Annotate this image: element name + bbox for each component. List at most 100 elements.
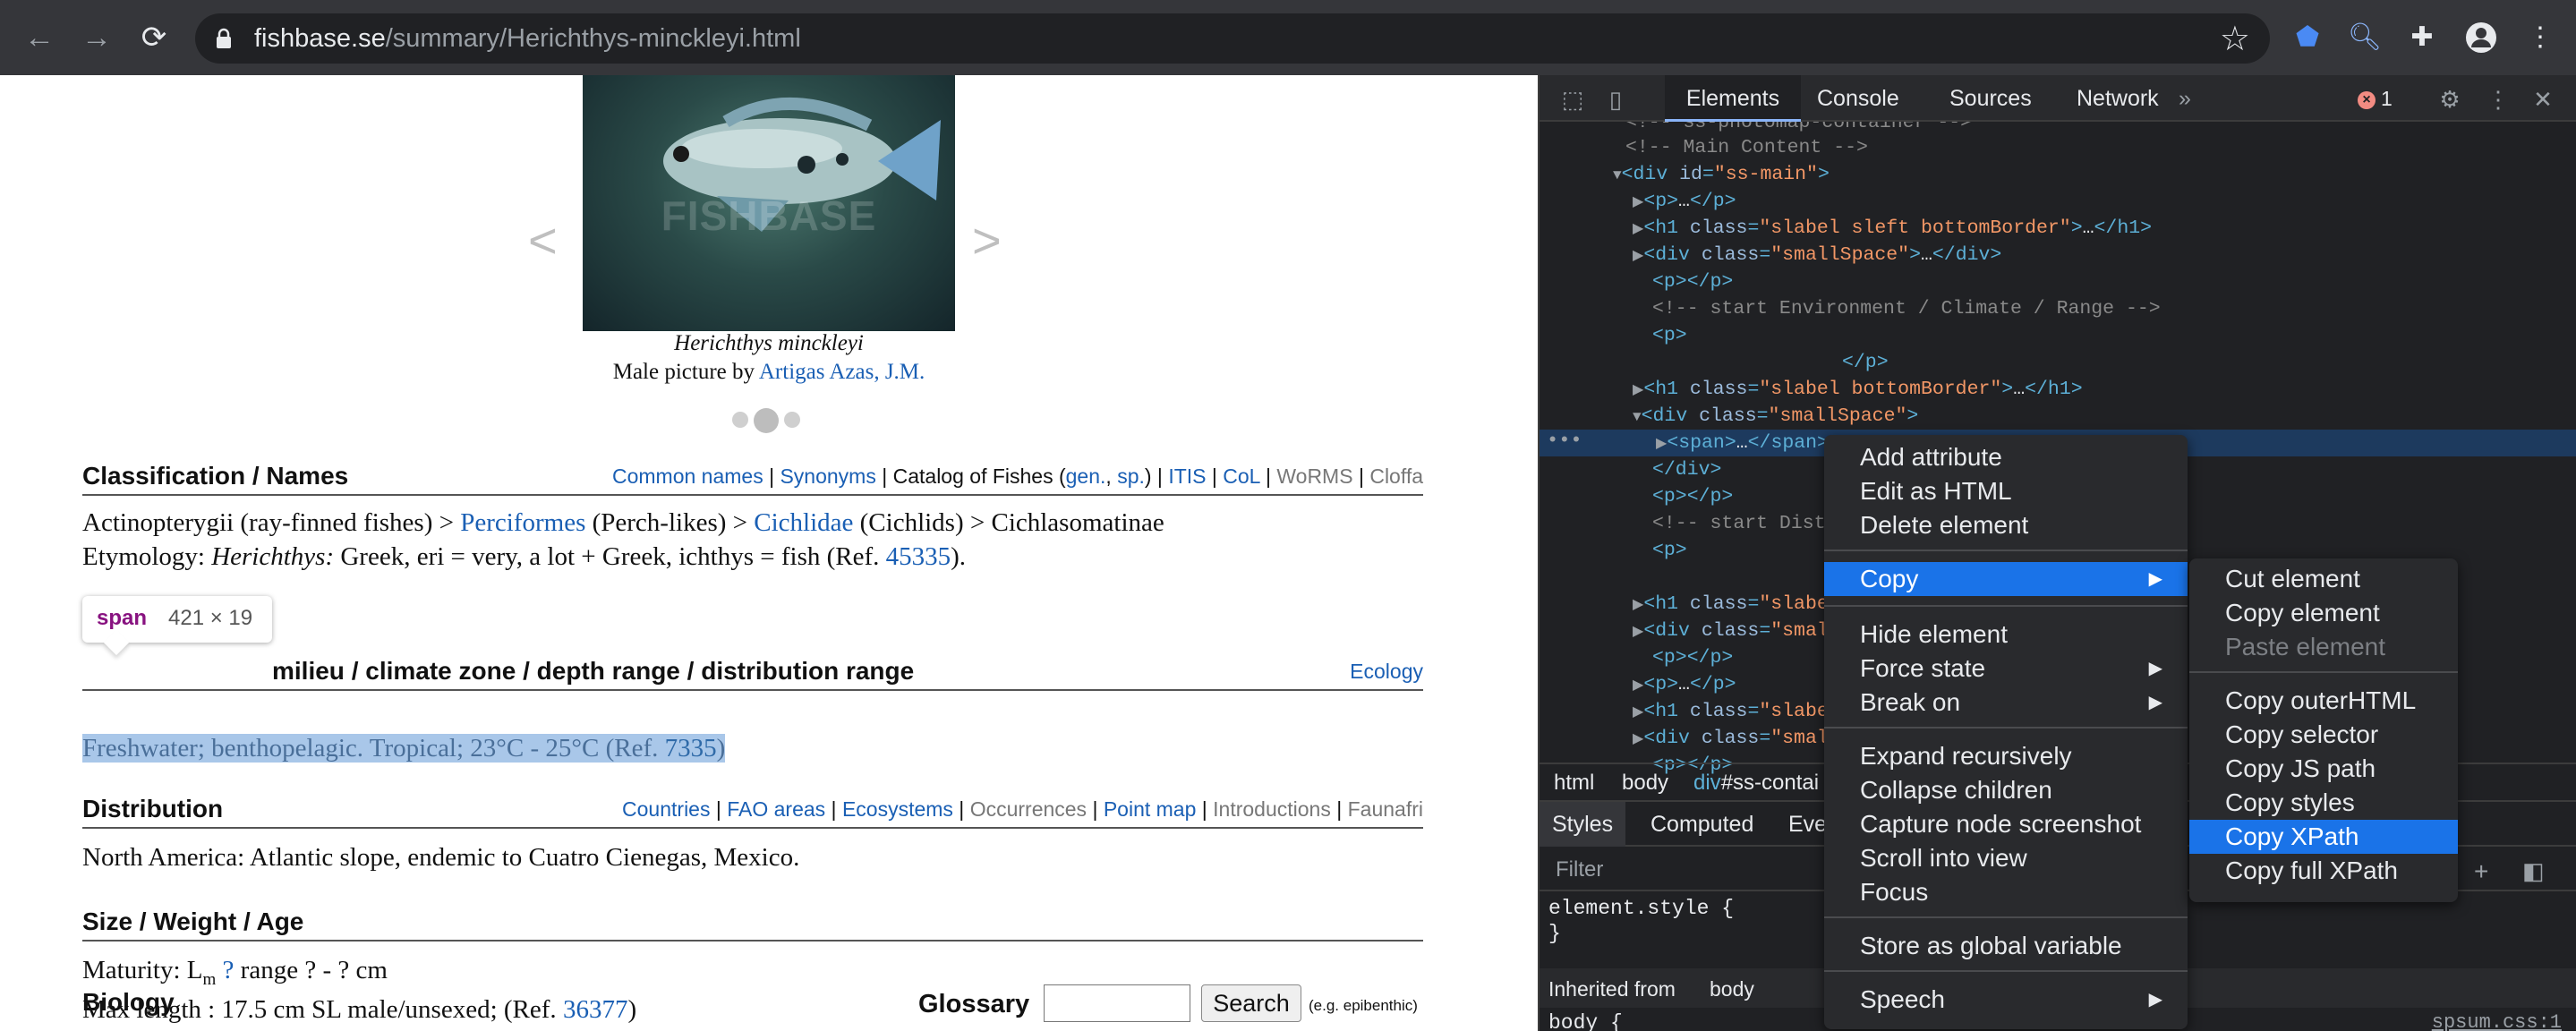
- cichlidae-link[interactable]: Cichlidae: [754, 508, 853, 537]
- menu-item-capture-node-screenshot[interactable]: Capture node screenshot: [1824, 807, 2188, 841]
- tab-styles[interactable]: Styles: [1540, 802, 1626, 847]
- menu-item-collapse-children[interactable]: Collapse children: [1824, 773, 2188, 807]
- menu-item-copy[interactable]: Copy ▶: [1824, 562, 2188, 596]
- submenu-item-copy-outerhtml[interactable]: Copy outerHTML: [2189, 684, 2458, 718]
- dom-node[interactable]: <p>: [1652, 537, 1687, 564]
- glossary-search-button[interactable]: Search: [1201, 984, 1301, 1022]
- element-style-rule[interactable]: element.style {: [1548, 897, 1734, 920]
- cloffa-link[interactable]: Cloffa: [1369, 464, 1423, 488]
- dom-node[interactable]: ▼<div class="smallSpace">: [1633, 403, 1918, 430]
- dom-node[interactable]: ▶<div class="smallSpace">…</div>: [1633, 242, 2001, 268]
- faunafri-link[interactable]: Faunafri: [1348, 797, 1423, 821]
- reload-icon[interactable]: ⟳: [138, 21, 170, 54]
- countries-link[interactable]: Countries: [622, 797, 710, 821]
- dom-node[interactable]: ▶<h1 class="slabel bottomBorder">…</h1>: [1633, 376, 2083, 403]
- introductions-link[interactable]: Introductions: [1213, 797, 1331, 821]
- dom-node-selected[interactable]: ▶<span>…</span>: [1656, 430, 1829, 456]
- ecosystems-link[interactable]: Ecosystems: [842, 797, 953, 821]
- highlighted-span[interactable]: Freshwater; benthopelagic. Tropical; 23°…: [82, 734, 726, 763]
- body-rule[interactable]: body {: [1548, 1011, 1623, 1031]
- close-icon[interactable]: ✕: [2529, 86, 2556, 113]
- menu-item-edit-as-html[interactable]: Edit as HTML: [1824, 474, 2188, 508]
- common-names-link[interactable]: Common names: [612, 464, 763, 488]
- tab-elements[interactable]: Elements: [1665, 75, 1801, 122]
- point-map-link[interactable]: Point map: [1104, 797, 1197, 821]
- dom-node[interactable]: <!-- start Environment / Climate / Range…: [1652, 295, 2161, 322]
- perciformes-link[interactable]: Perciformes: [460, 508, 585, 537]
- menu-item-hide-element[interactable]: Hide element: [1824, 618, 2188, 652]
- menu-item-break-on[interactable]: Break on ▶: [1824, 686, 2188, 720]
- device-toolbar-icon[interactable]: ▯: [1602, 86, 1629, 113]
- submenu-item-copy-selector[interactable]: Copy selector: [2189, 718, 2458, 752]
- dom-node[interactable]: ▶<h1 class="slabel sleft bottomBorder">……: [1633, 215, 2152, 242]
- dom-node[interactable]: ▶<p>…</p>: [1633, 671, 1736, 698]
- node-actions-icon[interactable]: •••: [1547, 430, 1582, 456]
- dom-node[interactable]: </div>: [1652, 456, 1721, 483]
- tab-sources[interactable]: Sources: [1949, 75, 2032, 122]
- menu-item-expand-recursively[interactable]: Expand recursively: [1824, 739, 2188, 773]
- dom-node[interactable]: </p>: [1842, 349, 1889, 376]
- submenu-item-cut-element[interactable]: Cut element: [2189, 562, 2458, 596]
- extension-shield-icon[interactable]: ⬟: [2290, 20, 2325, 55]
- carousel-dot[interactable]: [732, 412, 748, 428]
- gen-link[interactable]: gen.: [1066, 464, 1106, 488]
- dom-node[interactable]: <p></p>: [1652, 644, 1733, 671]
- gear-icon[interactable]: ⚙: [2436, 86, 2463, 113]
- submenu-item-copy-element[interactable]: Copy element: [2189, 596, 2458, 630]
- star-icon[interactable]: ☆: [2220, 19, 2250, 59]
- kebab-menu-icon[interactable]: ⋮: [2522, 20, 2558, 55]
- dom-node[interactable]: <p></p>: [1652, 268, 1733, 295]
- occurrences-link[interactable]: Occurrences: [970, 797, 1087, 821]
- forward-arrow-icon[interactable]: →: [81, 21, 113, 54]
- maturity-link[interactable]: ?: [223, 956, 235, 984]
- dom-node[interactable]: <p>: [1652, 322, 1687, 349]
- dom-node[interactable]: ▶<p>…</p>: [1633, 188, 1736, 215]
- menu-item-add-attribute[interactable]: Add attribute: [1824, 440, 2188, 474]
- menu-item-force-state[interactable]: Force state ▶: [1824, 652, 2188, 686]
- col-link[interactable]: CoL: [1223, 464, 1259, 488]
- profile-icon[interactable]: [2463, 20, 2499, 55]
- submenu-item-copy-js-path[interactable]: Copy JS path: [2189, 752, 2458, 786]
- dom-node[interactable]: <!-- Main Content -->: [1625, 134, 1868, 161]
- dom-node[interactable]: <p></p>: [1652, 483, 1733, 510]
- inherited-from-link[interactable]: body: [1710, 977, 1754, 1001]
- extension-icon[interactable]: ✚: [2404, 20, 2440, 55]
- ref-45335-link[interactable]: 45335: [886, 542, 951, 571]
- prev-photo-arrow-icon[interactable]: <: [528, 211, 558, 269]
- submenu-item-copy-styles[interactable]: Copy styles: [2189, 786, 2458, 820]
- stylesheet-link[interactable]: spsum.css:1: [2432, 1011, 2562, 1031]
- itis-link[interactable]: ITIS: [1168, 464, 1206, 488]
- submenu-item-copy-full-xpath[interactable]: Copy full XPath: [2189, 854, 2458, 888]
- ref-7335-link[interactable]: 7335: [665, 734, 717, 763]
- tab-more[interactable]: »: [2179, 75, 2191, 122]
- fish-photo[interactable]: FISHBASE: [583, 75, 955, 331]
- fao-areas-link[interactable]: FAO areas: [727, 797, 825, 821]
- devtools-kebab-icon[interactable]: ⋮: [2485, 86, 2512, 113]
- sp-link[interactable]: sp.: [1117, 464, 1145, 488]
- menu-item-speech[interactable]: Speech ▶: [1824, 983, 2188, 1017]
- tab-event-listeners[interactable]: Eve: [1788, 802, 1827, 847]
- ecology-link[interactable]: Ecology: [1350, 660, 1423, 683]
- dom-node[interactable]: ▼<div id="ss-main">: [1613, 161, 1830, 188]
- tab-network[interactable]: Network: [2077, 75, 2159, 122]
- tab-computed[interactable]: Computed: [1651, 802, 1753, 847]
- ref-36377-link[interactable]: 36377: [563, 995, 628, 1024]
- back-arrow-icon[interactable]: ←: [23, 21, 55, 54]
- breadcrumb-body[interactable]: body: [1622, 764, 1668, 802]
- glossary-input[interactable]: [1044, 984, 1190, 1022]
- error-badge[interactable]: × 1: [2358, 86, 2393, 111]
- extension-search-icon[interactable]: 🔍︎: [2347, 20, 2383, 55]
- carousel-dot-active[interactable]: [754, 408, 779, 433]
- menu-item-store-as-global-variable[interactable]: Store as global variable: [1824, 929, 2188, 963]
- menu-item-scroll-into-view[interactable]: Scroll into view: [1824, 841, 2188, 875]
- toggle-sidebar-icon[interactable]: ◧: [2522, 857, 2545, 885]
- inspect-element-icon[interactable]: ⬚: [1559, 86, 1586, 113]
- tab-console[interactable]: Console: [1817, 75, 1899, 122]
- submenu-item-copy-xpath[interactable]: Copy XPath: [2189, 820, 2458, 854]
- breadcrumb-div[interactable]: div#ss-contai: [1693, 764, 1819, 802]
- address-bar[interactable]: fishbase.se/summary/Herichthys-minckleyi…: [195, 13, 2270, 64]
- add-rule-icon[interactable]: +: [2474, 857, 2488, 886]
- breadcrumb-html[interactable]: html: [1554, 764, 1594, 802]
- carousel-dot[interactable]: [784, 412, 800, 428]
- menu-item-delete-element[interactable]: Delete element: [1824, 508, 2188, 542]
